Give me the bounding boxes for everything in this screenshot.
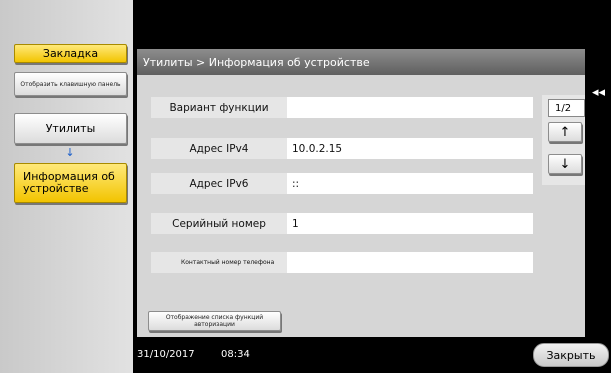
page-up-button[interactable]: ↑ [548,122,582,142]
close-button[interactable]: Закрыть [533,343,609,367]
bookmark-button[interactable]: Закладка [14,44,127,63]
device-info-panel: Утилиты > Информация об устройстве Вариа… [137,49,585,337]
arrow-down-icon: ↓ [559,156,571,172]
page-navigator: 1/2 ↑ ↓ [542,95,585,185]
arrow-down-icon: ↓ [65,145,75,159]
device-info-button[interactable]: Информация об устройстве [14,163,127,203]
ipv4-value: 10.0.2.15 [287,138,533,159]
double-arrow-left-icon: ◂◂ [591,84,606,100]
time-display: 08:34 [221,349,250,360]
page-down-button[interactable]: ↓ [548,154,582,174]
serial-number-value: 1 [287,213,533,234]
ipv6-value: :: [287,173,533,194]
date-display: 31/10/2017 [137,349,195,360]
contact-phone-label: Контактный номер телефона [151,252,287,273]
left-sidebar: Закладка Отобразить клавишную панель Ути… [0,0,133,373]
back-tab[interactable]: ◂◂ [586,71,611,113]
serial-number-label: Серийный номер [151,213,287,234]
top-bar [133,0,611,45]
breadcrumb: Утилиты > Информация об устройстве [137,49,585,75]
ipv6-label: Адрес IPv6 [151,173,287,194]
function-variant-label: Вариант функции [151,97,287,118]
utilities-button[interactable]: Утилиты [14,113,127,144]
ipv4-label: Адрес IPv4 [151,138,287,159]
function-variant-value [287,97,533,118]
arrow-up-icon: ↑ [559,124,571,140]
contact-phone-value [287,252,533,273]
show-keypad-button[interactable]: Отобразить клавишную панель [14,72,127,96]
page-indicator: 1/2 [548,99,585,117]
auth-functions-list-button[interactable]: Отображение списка функций авторизации [148,311,281,331]
